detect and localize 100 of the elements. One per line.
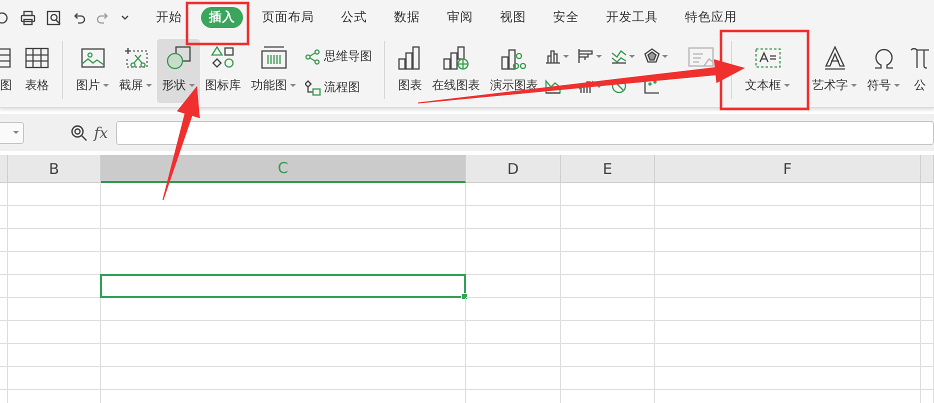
table-cell[interactable] bbox=[921, 275, 934, 298]
table-cell[interactable] bbox=[101, 321, 466, 344]
ribbon-button[interactable]: 流程图 bbox=[305, 79, 372, 96]
table-cell[interactable] bbox=[8, 229, 101, 252]
table-cell[interactable] bbox=[0, 183, 8, 206]
table-cell[interactable] bbox=[921, 344, 934, 367]
table-cell[interactable] bbox=[921, 321, 934, 344]
table-cell[interactable] bbox=[0, 252, 8, 275]
table-cell[interactable] bbox=[466, 206, 561, 229]
magnifier-icon[interactable] bbox=[46, 10, 62, 26]
ribbon-button[interactable]: 在线图表 bbox=[427, 39, 485, 103]
table-cell[interactable] bbox=[561, 367, 655, 390]
printer-icon[interactable] bbox=[20, 10, 36, 26]
table-cell[interactable] bbox=[655, 229, 921, 252]
table-cell[interactable] bbox=[8, 183, 101, 206]
table-cell[interactable] bbox=[921, 252, 934, 275]
table-cell[interactable] bbox=[561, 275, 655, 298]
table-cell[interactable] bbox=[101, 298, 466, 321]
table-cell[interactable] bbox=[561, 298, 655, 321]
chart-type-button[interactable] bbox=[611, 48, 635, 64]
menu-tab[interactable]: 开始 bbox=[148, 7, 190, 28]
menu-tab[interactable]: 视图 bbox=[492, 7, 534, 28]
column-header[interactable] bbox=[921, 155, 934, 183]
chart-type-button[interactable] bbox=[644, 78, 660, 94]
ribbon-button[interactable]: 形状 bbox=[157, 39, 200, 103]
column-header[interactable]: D bbox=[466, 155, 561, 183]
table-cell[interactable] bbox=[8, 206, 101, 229]
formula-input[interactable] bbox=[116, 120, 934, 144]
ribbon-button[interactable]: 公 bbox=[905, 39, 934, 103]
table-cell[interactable] bbox=[466, 229, 561, 252]
table-cell[interactable] bbox=[561, 252, 655, 275]
chart-type-button[interactable] bbox=[545, 48, 569, 64]
table-cell[interactable] bbox=[655, 321, 921, 344]
table-cell[interactable] bbox=[101, 367, 466, 390]
table-cell[interactable] bbox=[921, 298, 934, 321]
table-cell[interactable] bbox=[921, 229, 934, 252]
table-cell[interactable] bbox=[655, 183, 921, 206]
menu-tab[interactable]: 审阅 bbox=[439, 7, 481, 28]
table-cell[interactable] bbox=[561, 183, 655, 206]
table-cell[interactable] bbox=[8, 344, 101, 367]
table-cell[interactable] bbox=[561, 321, 655, 344]
table-cell[interactable] bbox=[655, 344, 921, 367]
table-cell[interactable] bbox=[655, 275, 921, 298]
table-cell[interactable] bbox=[466, 344, 561, 367]
ribbon-button[interactable]: 图表 bbox=[393, 39, 427, 103]
ribbon-button[interactable]: 表格 bbox=[20, 39, 54, 103]
table-cell[interactable] bbox=[466, 183, 561, 206]
name-box[interactable] bbox=[0, 122, 24, 144]
caret-icon[interactable] bbox=[120, 14, 130, 22]
chart-type-button[interactable] bbox=[578, 48, 602, 64]
table-cell[interactable] bbox=[8, 321, 101, 344]
table-cell[interactable] bbox=[0, 321, 8, 344]
zoom-icon[interactable] bbox=[70, 124, 88, 142]
table-cell[interactable] bbox=[0, 206, 8, 229]
column-header[interactable]: F bbox=[655, 155, 921, 183]
menu-tab[interactable]: 特色应用 bbox=[677, 7, 745, 28]
table-cell[interactable] bbox=[921, 206, 934, 229]
selected-cell[interactable] bbox=[100, 274, 466, 298]
table-cell[interactable] bbox=[561, 229, 655, 252]
table-cell[interactable] bbox=[0, 367, 8, 390]
table-cell[interactable] bbox=[655, 206, 921, 229]
table-cell[interactable] bbox=[466, 367, 561, 390]
table-cell[interactable] bbox=[921, 367, 934, 390]
table-cell[interactable] bbox=[921, 183, 934, 206]
table-cell[interactable] bbox=[101, 206, 466, 229]
table-cell[interactable] bbox=[466, 321, 561, 344]
menu-tab[interactable]: 安全 bbox=[545, 7, 587, 28]
ribbon-button[interactable]: 图 bbox=[0, 39, 20, 103]
column-header[interactable]: B bbox=[8, 155, 101, 183]
fill-handle[interactable] bbox=[461, 293, 468, 300]
table-cell[interactable] bbox=[466, 252, 561, 275]
table-cell[interactable] bbox=[0, 229, 8, 252]
ribbon-button[interactable]: 文本框 bbox=[740, 39, 795, 103]
table-cell[interactable] bbox=[101, 344, 466, 367]
table-cell[interactable] bbox=[0, 344, 8, 367]
table-cell[interactable] bbox=[466, 275, 561, 298]
ribbon-button[interactable]: 图片 bbox=[71, 39, 114, 103]
menu-tab[interactable]: 页面布局 bbox=[254, 7, 322, 28]
table-cell[interactable] bbox=[561, 344, 655, 367]
table-cell[interactable] bbox=[655, 367, 921, 390]
table-cell[interactable] bbox=[466, 298, 561, 321]
table-cell[interactable] bbox=[0, 298, 8, 321]
menu-tab[interactable]: 公式 bbox=[333, 7, 375, 28]
table-cell[interactable] bbox=[101, 183, 466, 206]
table-cell[interactable] bbox=[8, 367, 101, 390]
ribbon-button[interactable]: 图标库 bbox=[200, 39, 246, 103]
ribbon-button[interactable]: 思维导图 bbox=[305, 48, 372, 65]
table-cell[interactable] bbox=[8, 252, 101, 275]
table-cell[interactable] bbox=[101, 229, 466, 252]
table-cell[interactable] bbox=[8, 298, 101, 321]
table-cell[interactable] bbox=[655, 252, 921, 275]
undo-icon[interactable] bbox=[72, 10, 86, 24]
ribbon-button[interactable]: 艺术字 bbox=[807, 39, 862, 103]
column-header[interactable]: E bbox=[561, 155, 655, 183]
ribbon-button[interactable]: 符号 bbox=[862, 39, 905, 103]
function-button[interactable]: fx bbox=[94, 124, 108, 142]
column-header[interactable] bbox=[0, 155, 8, 183]
ribbon-button[interactable]: 功能图 bbox=[246, 39, 301, 103]
ribbon-button[interactable]: 截屏 bbox=[114, 39, 157, 103]
menu-tab[interactable]: 数据 bbox=[386, 7, 428, 28]
